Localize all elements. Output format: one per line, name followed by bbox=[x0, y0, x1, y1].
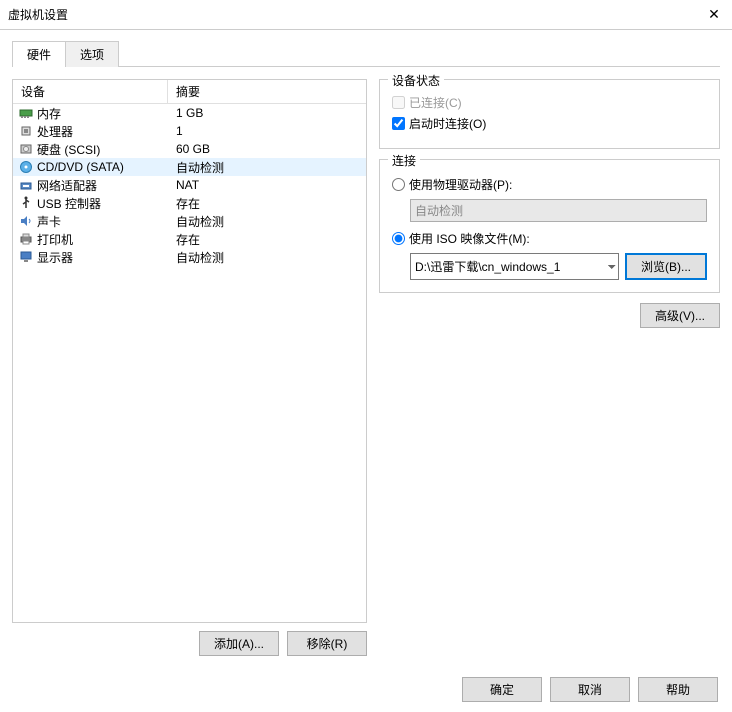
device-row[interactable]: 硬盘 (SCSI) 60 GB bbox=[13, 140, 366, 158]
device-name: 硬盘 (SCSI) bbox=[35, 141, 168, 158]
tab-bar: 硬件 选项 bbox=[12, 40, 720, 67]
device-status-group: 设备状态 已连接(C) 启动时连接(O) bbox=[379, 79, 720, 149]
device-name: CD/DVD (SATA) bbox=[35, 160, 168, 174]
printer-icon bbox=[17, 231, 35, 247]
device-summary: 自动检测 bbox=[168, 249, 366, 266]
device-row[interactable]: 网络适配器 NAT bbox=[13, 176, 366, 194]
physical-drive-radio-row[interactable]: 使用物理驱动器(P): bbox=[392, 176, 707, 193]
iso-radio-row[interactable]: 使用 ISO 映像文件(M): bbox=[392, 230, 707, 247]
tab-hardware[interactable]: 硬件 bbox=[12, 41, 66, 67]
advanced-button[interactable]: 高级(V)... bbox=[640, 303, 720, 328]
column-header-device[interactable]: 设备 bbox=[13, 80, 168, 103]
iso-radio[interactable] bbox=[392, 232, 405, 245]
remove-button[interactable]: 移除(R) bbox=[287, 631, 367, 656]
memory-icon bbox=[17, 105, 35, 121]
ok-button[interactable]: 确定 bbox=[462, 677, 542, 702]
display-icon bbox=[17, 249, 35, 265]
device-row[interactable]: 内存 1 GB bbox=[13, 104, 366, 122]
add-button[interactable]: 添加(A)... bbox=[199, 631, 279, 656]
device-name: USB 控制器 bbox=[35, 195, 168, 212]
device-name: 打印机 bbox=[35, 231, 168, 248]
connect-startup-checkbox-row[interactable]: 启动时连接(O) bbox=[392, 115, 707, 132]
hdd-icon bbox=[17, 141, 35, 157]
group-title-connection: 连接 bbox=[388, 152, 420, 169]
physical-drive-label: 使用物理驱动器(P): bbox=[409, 176, 512, 193]
tab-options[interactable]: 选项 bbox=[65, 41, 119, 67]
device-summary: 1 bbox=[168, 124, 366, 138]
device-summary: 1 GB bbox=[168, 106, 366, 120]
device-summary: 60 GB bbox=[168, 142, 366, 156]
cpu-icon bbox=[17, 123, 35, 139]
titlebar: 虚拟机设置 ✕ bbox=[0, 0, 732, 30]
device-row[interactable]: 声卡 自动检测 bbox=[13, 212, 366, 230]
device-summary: NAT bbox=[168, 178, 366, 192]
device-row[interactable]: 处理器 1 bbox=[13, 122, 366, 140]
physical-drive-dropdown: 自动检测 bbox=[410, 199, 707, 222]
device-summary: 自动检测 bbox=[168, 213, 366, 230]
disc-icon bbox=[17, 159, 35, 175]
connect-startup-label: 启动时连接(O) bbox=[409, 115, 486, 132]
device-name: 网络适配器 bbox=[35, 177, 168, 194]
device-row[interactable]: USB 控制器 存在 bbox=[13, 194, 366, 212]
device-name: 显示器 bbox=[35, 249, 168, 266]
sound-icon bbox=[17, 213, 35, 229]
close-icon[interactable]: ✕ bbox=[704, 5, 724, 25]
iso-label: 使用 ISO 映像文件(M): bbox=[409, 230, 530, 247]
device-summary: 存在 bbox=[168, 195, 366, 212]
window-title: 虚拟机设置 bbox=[8, 6, 68, 23]
connection-group: 连接 使用物理驱动器(P): 自动检测 使用 ISO 映像文件(M): 浏览(B… bbox=[379, 159, 720, 293]
dialog-footer: 确定 取消 帮助 bbox=[462, 677, 718, 702]
physical-drive-radio[interactable] bbox=[392, 178, 405, 191]
connected-checkbox-row: 已连接(C) bbox=[392, 94, 707, 111]
connected-label: 已连接(C) bbox=[409, 94, 462, 111]
column-header-summary[interactable]: 摘要 bbox=[168, 80, 366, 103]
usb-icon bbox=[17, 195, 35, 211]
cancel-button[interactable]: 取消 bbox=[550, 677, 630, 702]
browse-button[interactable]: 浏览(B)... bbox=[625, 253, 707, 280]
connect-startup-checkbox[interactable] bbox=[392, 117, 405, 130]
group-title-status: 设备状态 bbox=[388, 72, 444, 89]
device-list: 设备 摘要 内存 1 GB 处理器 1 硬盘 (SCSI) 60 GB CD/D… bbox=[12, 79, 367, 623]
network-icon bbox=[17, 177, 35, 193]
device-name: 内存 bbox=[35, 105, 168, 122]
device-name: 声卡 bbox=[35, 213, 168, 230]
help-button[interactable]: 帮助 bbox=[638, 677, 718, 702]
device-row[interactable]: 打印机 存在 bbox=[13, 230, 366, 248]
device-name: 处理器 bbox=[35, 123, 168, 140]
device-summary: 自动检测 bbox=[168, 159, 366, 176]
device-row[interactable]: CD/DVD (SATA) 自动检测 bbox=[13, 158, 366, 176]
device-row[interactable]: 显示器 自动检测 bbox=[13, 248, 366, 266]
device-summary: 存在 bbox=[168, 231, 366, 248]
connected-checkbox bbox=[392, 96, 405, 109]
iso-path-input[interactable] bbox=[410, 253, 619, 280]
